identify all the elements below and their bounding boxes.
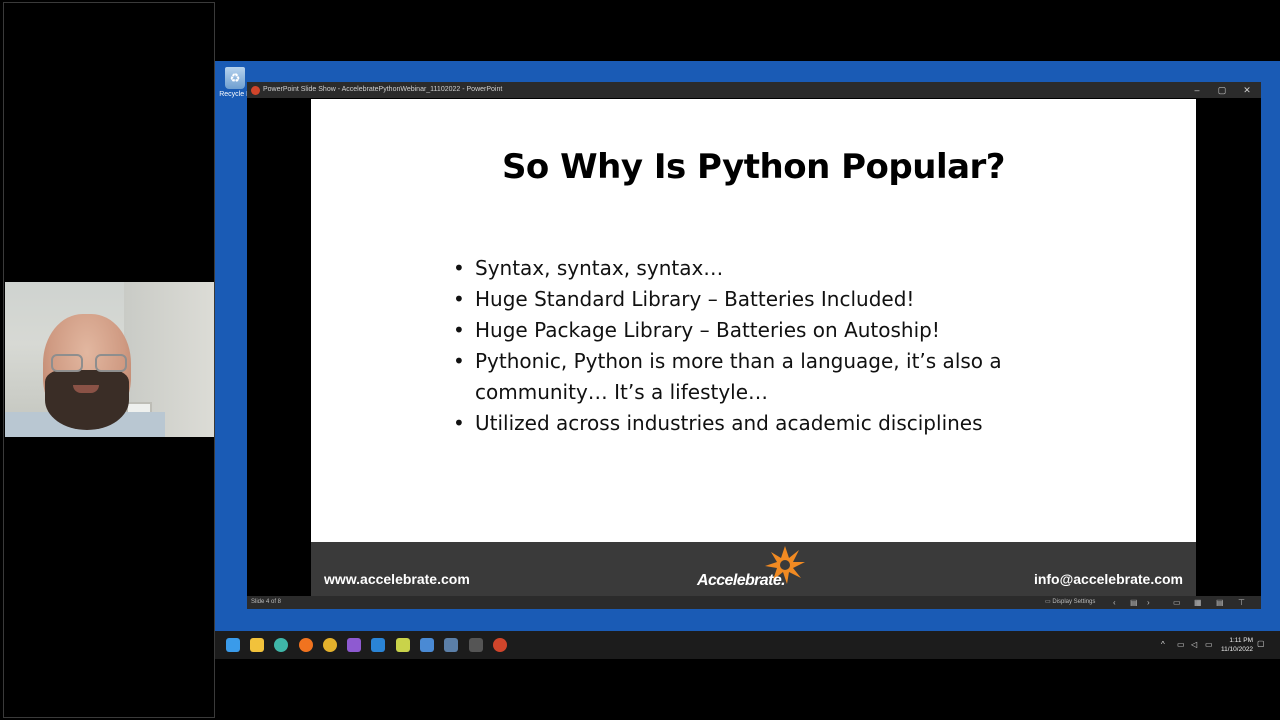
display-icon[interactable]: ▭ bbox=[1177, 640, 1185, 649]
bullet-item: Huge Package Library – Batteries on Auto… bbox=[453, 315, 1093, 346]
slide-canvas[interactable]: So Why Is Python Popular? Syntax, syntax… bbox=[311, 99, 1196, 596]
slideshow-statusbar: Slide 4 of 8 ▭ Display Settings ‹ ▤ › ▭ … bbox=[247, 596, 1261, 609]
slide-footer: www.accelebrate.com Accelebrate. info@ac… bbox=[311, 542, 1196, 596]
clock-date: 11/10/2022 bbox=[1221, 646, 1254, 653]
slide-menu-icon[interactable]: ▤ bbox=[1130, 596, 1138, 609]
pycharm-icon[interactable] bbox=[396, 638, 410, 652]
sql-server-icon[interactable] bbox=[420, 638, 434, 652]
normal-view-icon[interactable]: ▭ bbox=[1173, 596, 1181, 609]
close-button[interactable]: ✕ bbox=[1235, 82, 1259, 98]
bullet-item: Syntax, syntax, syntax… bbox=[453, 253, 1093, 284]
edge-icon[interactable] bbox=[274, 638, 288, 652]
logo-text: Accelebrate. bbox=[697, 572, 786, 589]
powerpoint-taskbar-icon[interactable] bbox=[493, 638, 507, 652]
webcam-column bbox=[3, 2, 215, 718]
window-title: PowerPoint Slide Show - AccelebratePytho… bbox=[263, 86, 503, 93]
visual-studio-icon[interactable] bbox=[347, 638, 361, 652]
firefox-icon[interactable] bbox=[299, 638, 313, 652]
vscode-icon[interactable] bbox=[371, 638, 385, 652]
taskbar: ^ ▭ ◁ ▭ 1:11 PM 11/10/2022 ▢ bbox=[215, 631, 1280, 659]
battery-icon[interactable]: ▭ bbox=[1205, 640, 1213, 649]
display-settings-label: Display Settings bbox=[1052, 599, 1096, 605]
bullet-item: Pythonic, Python is more than a language… bbox=[453, 346, 1093, 408]
glasses bbox=[49, 354, 129, 374]
slide-title: So Why Is Python Popular? bbox=[501, 147, 1006, 187]
chrome-icon[interactable] bbox=[323, 638, 337, 652]
recycle-bin-icon: ♻ bbox=[225, 67, 245, 89]
next-slide-icon[interactable]: › bbox=[1147, 596, 1150, 609]
previous-slide-icon[interactable]: ‹ bbox=[1113, 596, 1116, 609]
bullet-list: Syntax, syntax, syntax… Huge Standard Li… bbox=[453, 253, 1093, 439]
start-icon[interactable] bbox=[226, 638, 240, 652]
maximize-button[interactable]: ▢ bbox=[1210, 82, 1234, 98]
powerpoint-icon bbox=[251, 86, 260, 95]
file-explorer-icon[interactable] bbox=[250, 638, 264, 652]
bullet-item: Huge Standard Library – Batteries Includ… bbox=[453, 284, 1093, 315]
terminal-icon[interactable] bbox=[469, 638, 483, 652]
network-tool-icon[interactable] bbox=[444, 638, 458, 652]
slideshow-view-icon[interactable]: ⊤ bbox=[1238, 596, 1245, 609]
taskbar-clock[interactable]: 1:11 PM 11/10/2022 bbox=[1221, 636, 1253, 654]
slide-sorter-icon[interactable]: ▦ bbox=[1194, 596, 1202, 609]
chevron-up-icon[interactable]: ^ bbox=[1161, 640, 1165, 649]
slide-counter: Slide 4 of 8 bbox=[251, 599, 282, 605]
presenter-webcam bbox=[5, 282, 214, 437]
display-settings-button[interactable]: ▭ Display Settings bbox=[1045, 596, 1095, 609]
powerpoint-window: PowerPoint Slide Show - AccelebratePytho… bbox=[247, 82, 1261, 609]
footer-website: www.accelebrate.com bbox=[324, 571, 470, 587]
notification-icon[interactable]: ▢ bbox=[1257, 639, 1265, 648]
minimize-button[interactable]: – bbox=[1185, 82, 1209, 98]
bullet-item: Utilized across industries and academic … bbox=[453, 408, 1093, 439]
footer-email: info@accelebrate.com bbox=[1033, 571, 1183, 587]
volume-icon[interactable]: ◁ bbox=[1191, 640, 1197, 649]
window-titlebar[interactable]: PowerPoint Slide Show - AccelebratePytho… bbox=[247, 82, 1261, 98]
accelebrate-logo: Accelebrate. bbox=[697, 546, 817, 594]
reading-view-icon[interactable]: ▤ bbox=[1216, 596, 1224, 609]
clock-time: 1:11 PM bbox=[1229, 637, 1254, 644]
